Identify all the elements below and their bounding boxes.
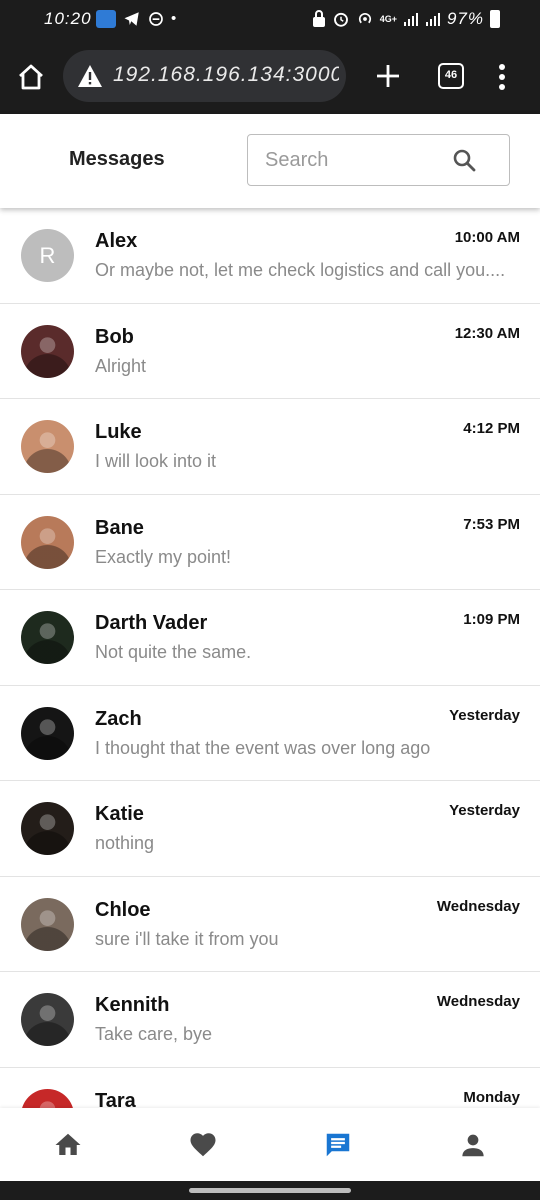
address-bar[interactable]: 192.168.196.134:3000,: [63, 50, 346, 102]
avatar: [21, 420, 74, 473]
contact-name: Chloe: [95, 898, 151, 921]
status-bar: 10:20 • 4G+ 97%: [0, 0, 540, 38]
avatar-photo: [21, 993, 74, 1046]
message-time: 12:30 AM: [454, 324, 520, 342]
conversation-row[interactable]: Tara Monday: [0, 1067, 540, 1109]
message-time: Yesterday: [449, 802, 520, 819]
conversation-row[interactable]: Kennith Wednesday Take care, bye: [0, 972, 540, 1068]
search-icon[interactable]: [452, 148, 476, 172]
conversation-list: R Alex 10:00 AM Or maybe not, let me check …: [0, 208, 540, 1108]
status-time: 10:20: [44, 9, 92, 28]
tab-switcher-button[interactable]: 46: [438, 63, 464, 89]
signal-icon: [403, 13, 418, 26]
message-preview: sure i'll take it from you: [95, 928, 279, 949]
avatar: [21, 1088, 74, 1108]
contact-name: Bob: [95, 325, 134, 348]
dnd-icon: [149, 12, 163, 26]
contact-name: Luke: [95, 421, 142, 443]
url-text: 192.168.196.134:3000,: [113, 63, 339, 86]
app-screen: 10:20 • 4G+ 97% 192.168.196.134:3000, 46…: [0, 0, 540, 1200]
message-preview: nothing: [95, 833, 155, 853]
contact-name: Alex: [95, 230, 138, 252]
contact-name: Bane: [95, 516, 144, 539]
avatar-photo: [21, 897, 74, 951]
avatar-photo: [21, 706, 74, 760]
search-input[interactable]: [265, 135, 455, 185]
warning-icon[interactable]: [77, 64, 103, 88]
more-menu-icon[interactable]: [494, 62, 510, 92]
battery-percent: 97%: [446, 9, 484, 28]
avatar: [21, 611, 74, 664]
contact-name: Darth Vader: [95, 612, 208, 634]
avatar: R: [21, 229, 74, 282]
conversation-row[interactable]: Darth Vader 1:09 PM Not quite the same.: [0, 590, 540, 686]
battery-icon: [490, 10, 500, 28]
message-time: 10:00 AM: [454, 229, 520, 246]
nav-heart-icon[interactable]: [188, 1130, 218, 1160]
conversation-row[interactable]: Chloe Wednesday sure i'll take it from you: [0, 876, 540, 972]
hotspot-icon: [358, 13, 371, 24]
message-preview: I thought that the event was over long a…: [95, 737, 431, 758]
avatar-photo: [21, 324, 74, 378]
conversation-row[interactable]: Zach Yesterday I thought that the event wa…: [0, 685, 540, 781]
message-time: 1:09 PM: [463, 611, 520, 628]
avatar: [21, 993, 74, 1046]
avatar: [21, 515, 74, 569]
message-preview: Not quite the same.: [95, 642, 252, 662]
avatar-photo: [21, 420, 74, 473]
conversation-row[interactable]: Luke 4:12 PM I will look into it: [0, 399, 540, 495]
lock-icon: [312, 10, 325, 27]
message-preview: Alright: [95, 355, 147, 376]
avatar: [21, 706, 74, 760]
message-preview: Or maybe not, let me check logistics and…: [95, 260, 506, 280]
message-time: Wednesday: [436, 897, 520, 915]
app-header: Messages: [0, 114, 540, 208]
nav-chat-icon[interactable]: [323, 1130, 353, 1160]
telegram-icon: [124, 12, 139, 26]
signal-icon-2: [425, 13, 440, 26]
message-preview: Take care, bye: [95, 1024, 213, 1044]
new-tab-icon[interactable]: [374, 62, 402, 90]
avatar-photo: [21, 802, 74, 855]
contact-name: Zach: [95, 707, 142, 730]
home-icon[interactable]: [16, 62, 46, 92]
avatar: [21, 324, 74, 378]
system-status-icons: 4G+ 97%: [312, 9, 500, 29]
conversation-row[interactable]: Katie Yesterday nothing: [0, 781, 540, 877]
message-time: 4:12 PM: [463, 420, 520, 437]
browser-toolbar: 192.168.196.134:3000, 46: [0, 38, 540, 114]
message-preview: I will look into it: [95, 451, 217, 471]
dot-icon: •: [171, 10, 177, 27]
bottom-navigation: [0, 1108, 540, 1181]
contact-name: Kennith: [95, 994, 170, 1016]
avatar-photo: [21, 1088, 74, 1108]
avatar: [21, 897, 74, 951]
avatar-photo: [21, 515, 74, 569]
message-time: 7:53 PM: [463, 515, 520, 533]
page-title: Messages: [69, 148, 165, 170]
contact-name: Katie: [95, 803, 144, 825]
alarm-icon: [333, 12, 348, 27]
nav-home-icon[interactable]: [53, 1130, 83, 1160]
conversation-row[interactable]: Bane 7:53 PM Exactly my point!: [0, 494, 540, 590]
search-box[interactable]: [247, 134, 510, 186]
network-type-label: 4G+: [379, 14, 397, 24]
gesture-handle[interactable]: [189, 1188, 351, 1193]
notification-icons: •: [96, 9, 176, 29]
message-time: Yesterday: [449, 706, 520, 724]
notification-app-icon: [96, 10, 116, 28]
contact-name: Tara: [95, 1089, 136, 1109]
avatar: [21, 802, 74, 855]
message-time: Monday: [463, 1088, 520, 1106]
message-preview: Exactly my point!: [95, 546, 232, 567]
system-navigation-bar: [0, 1181, 540, 1200]
conversation-row[interactable]: R Alex 10:00 AM Or maybe not, let me check …: [0, 208, 540, 304]
message-time: Wednesday: [436, 993, 520, 1010]
avatar-photo: [21, 611, 74, 664]
avatar-initial: R: [21, 229, 74, 282]
nav-profile-icon[interactable]: [458, 1130, 488, 1160]
conversation-row[interactable]: Bob 12:30 AM Alright: [0, 303, 540, 399]
